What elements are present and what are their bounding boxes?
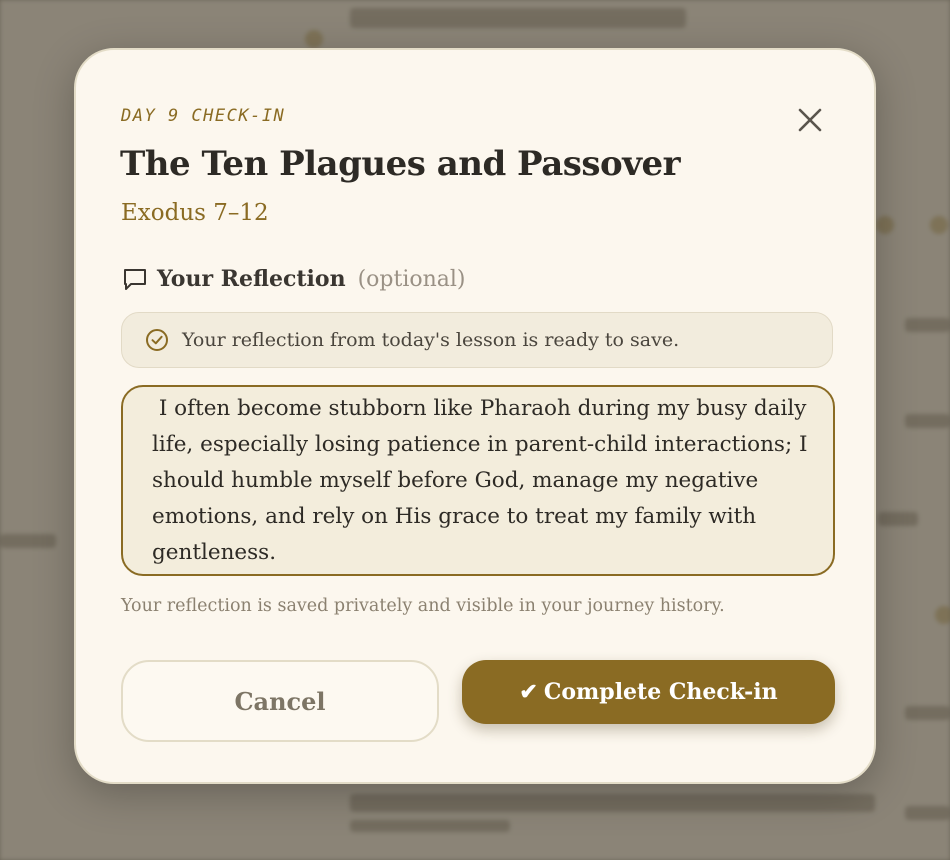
reflection-section-title: Your Reflection (157, 266, 346, 292)
reflection-ready-notice: Your reflection from today's lesson is r… (121, 312, 833, 368)
check-circle-icon (146, 329, 168, 351)
close-button[interactable] (792, 102, 828, 138)
day-label: DAY 9 CHECK-IN (121, 106, 286, 126)
close-icon (798, 108, 822, 132)
complete-check-in-button[interactable]: ✔ Complete Check-in (462, 660, 835, 724)
notice-text: Your reflection from today's lesson is r… (182, 329, 680, 351)
reflection-textarea[interactable]: I often become stubborn like Pharaoh dur… (121, 385, 835, 576)
cancel-button[interactable]: Cancel (121, 660, 439, 742)
reflection-section-header: Your Reflection (optional) (121, 262, 466, 296)
checkmark-icon: ✔ (519, 679, 538, 705)
scripture-reference: Exodus 7–12 (121, 200, 269, 226)
privacy-note: Your reflection is saved privately and v… (121, 596, 725, 616)
chat-bubble-icon (124, 269, 146, 290)
check-in-modal: DAY 9 CHECK-IN The Ten Plagues and Passo… (74, 48, 876, 784)
modal-title: The Ten Plagues and Passover (120, 144, 681, 184)
optional-label: (optional) (357, 266, 466, 292)
complete-check-in-label: Complete Check-in (543, 679, 778, 705)
